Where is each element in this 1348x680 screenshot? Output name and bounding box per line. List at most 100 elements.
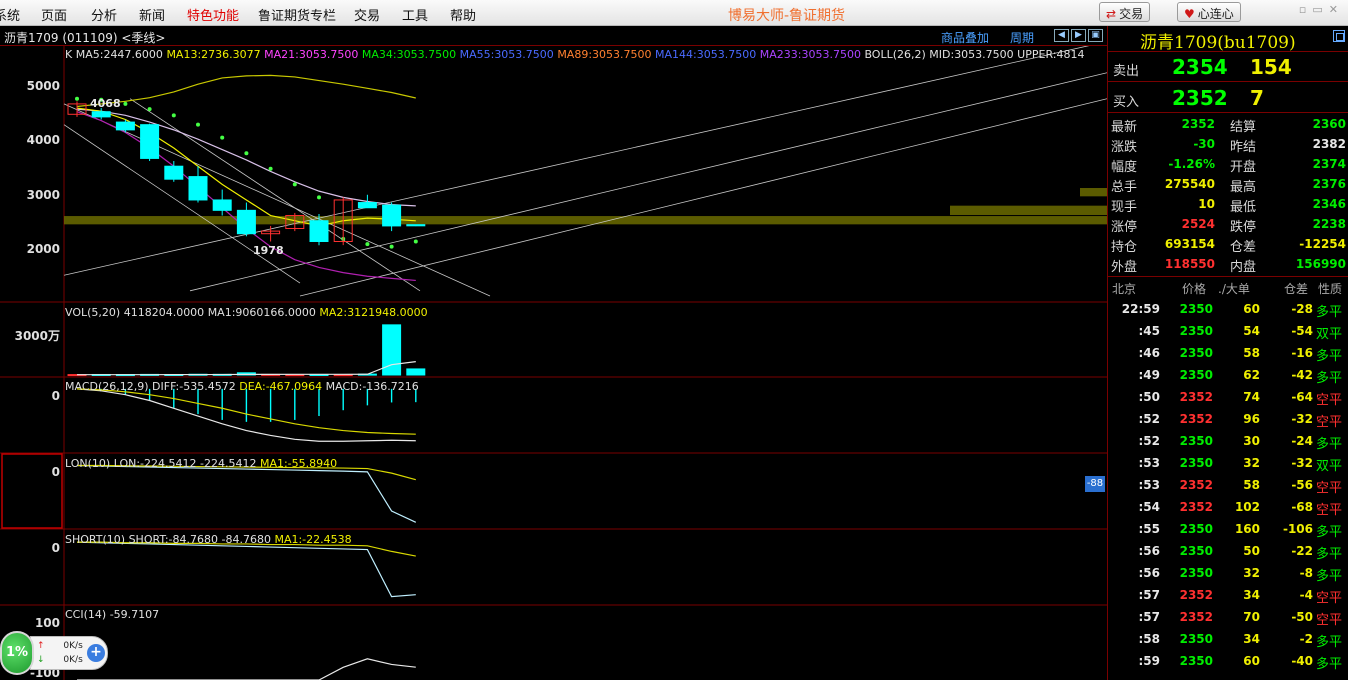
quote-title-bar: 沥青1709(bu1709) <box>1108 26 1348 53</box>
tick-row[interactable]: 22:59 2350 60 -28 多平 <box>1108 298 1348 320</box>
menu-help[interactable]: 帮助 <box>450 5 476 24</box>
menu-analysis[interactable]: 分析 <box>91 5 117 24</box>
lon-value-badge: -88 <box>1085 476 1105 492</box>
tick-row[interactable]: :50 2352 74 -64 空平 <box>1108 386 1348 408</box>
bid-row[interactable]: 买入 2352 7 <box>1108 83 1348 113</box>
tick-oi-change: -64 <box>1291 390 1313 404</box>
tick-time: :46 <box>1138 346 1161 360</box>
tick-oi-change: -22 <box>1291 544 1313 558</box>
tick-price: 2352 <box>1179 412 1213 426</box>
quote-stat-label: 幅度 <box>1111 160 1138 175</box>
heart-connect-button[interactable]: ♥ 心连心 <box>1177 2 1241 22</box>
network-speed-widget[interactable]: ↑ 0K/s ↓ 0K/s + 1% <box>0 630 110 680</box>
menu-luzheng-column[interactable]: 鲁证期货专栏 <box>258 5 336 24</box>
tick-price: 2350 <box>1179 434 1213 448</box>
tick-volume: 70 <box>1243 610 1260 624</box>
overlay-link[interactable]: 商品叠加 <box>941 29 989 46</box>
trade-button[interactable]: ⇄ 交易 <box>1099 2 1151 22</box>
prev-icon[interactable]: ◀ <box>1054 29 1069 42</box>
maximize-icon[interactable] <box>1333 30 1345 42</box>
tick-volume: 32 <box>1243 456 1260 470</box>
expand-icon[interactable]: ▣ <box>1088 29 1103 42</box>
legend-macd-diff: DIFF:-535.4572 <box>152 380 236 393</box>
quote-stat-value: -1.26% <box>1168 157 1215 171</box>
legend-cci-value: -59.7107 <box>109 608 160 621</box>
menu-features[interactable]: 特色功能 <box>187 5 239 24</box>
candle-body <box>309 220 329 242</box>
tick-row[interactable]: :56 2350 32 -8 多平 <box>1108 562 1348 584</box>
ask-row[interactable]: 卖出 2354 154 <box>1108 52 1348 82</box>
tick-price: 2352 <box>1179 390 1213 404</box>
quote-stat: 涨跌 -30 <box>1111 134 1215 155</box>
legend-ma5: MA5:2447.6000 <box>75 48 163 61</box>
trend-line <box>189 72 1107 292</box>
tick-row[interactable]: :59 2350 60 -40 多平 <box>1108 650 1348 672</box>
macd-zero-tick: 0 <box>51 389 60 403</box>
quote-stat-value: 2346 <box>1312 197 1346 211</box>
tick-price: 2350 <box>1179 566 1213 580</box>
menu-tools[interactable]: 工具 <box>402 5 428 24</box>
sar-dot <box>389 244 394 249</box>
download-speed-value: 0K/s <box>63 655 83 665</box>
tick-time: :57 <box>1138 610 1161 624</box>
trade-icon: ⇄ <box>1106 7 1117 21</box>
tick-volume: 96 <box>1243 412 1260 426</box>
tick-oi-change: -16 <box>1291 346 1313 360</box>
upload-speed-value: 0K/s <box>63 641 83 651</box>
menu-news[interactable]: 新闻 <box>139 5 165 24</box>
tick-row[interactable]: :56 2350 50 -22 多平 <box>1108 540 1348 562</box>
tick-nature: 多平 <box>1316 525 1343 540</box>
tick-volume: 54 <box>1243 324 1260 338</box>
tick-row[interactable]: :57 2352 70 -50 空平 <box>1108 606 1348 628</box>
tick-row[interactable]: :45 2350 54 -54 双平 <box>1108 320 1348 342</box>
legend-macd-dea: DEA:-467.0964 <box>239 380 323 393</box>
quote-stat: 跌停 2238 <box>1230 214 1346 235</box>
tick-head-vol: ./大单 <box>1218 282 1250 296</box>
tick-row[interactable]: :58 2350 34 -2 多平 <box>1108 628 1348 650</box>
price-band <box>1080 188 1107 197</box>
legend-ma21: MA21:3053.7500 <box>264 48 359 61</box>
tick-row[interactable]: :55 2350 160 -106 多平 <box>1108 518 1348 540</box>
tick-row[interactable]: :53 2352 58 -56 空平 <box>1108 474 1348 496</box>
stats-divider <box>1108 276 1348 277</box>
tick-head-nature: 性质 <box>1318 282 1343 296</box>
tick-time: :58 <box>1138 632 1161 646</box>
add-icon[interactable]: + <box>87 644 105 662</box>
ask-price: 2354 <box>1172 55 1228 79</box>
tick-row[interactable]: :52 2350 30 -24 多平 <box>1108 430 1348 452</box>
quote-stat-label: 总手 <box>1111 180 1138 195</box>
boll-upper-line <box>76 74 416 108</box>
quote-stat-value: 2376 <box>1312 177 1346 191</box>
period-link[interactable]: 周期 <box>1010 29 1034 46</box>
tick-price: 2350 <box>1179 522 1213 536</box>
next-icon[interactable]: ▶ <box>1071 29 1086 42</box>
tick-row[interactable]: :57 2352 34 -4 空平 <box>1108 584 1348 606</box>
tick-row[interactable]: :49 2350 62 -42 多平 <box>1108 364 1348 386</box>
sar-dot <box>365 242 370 247</box>
tick-oi-change: -106 <box>1282 522 1313 536</box>
tick-row[interactable]: :52 2352 96 -32 空平 <box>1108 408 1348 430</box>
menu-trade[interactable]: 交易 <box>354 5 380 24</box>
tick-nature: 双平 <box>1316 459 1343 474</box>
menu-system[interactable]: 系统 <box>0 5 20 24</box>
tick-volume: 60 <box>1243 302 1260 316</box>
kline-legend: K MA5:2447.6000 MA13:2736.3077 MA21:3053… <box>65 48 1084 61</box>
menu-page[interactable]: 页面 <box>41 5 67 24</box>
quote-stat-value: 2374 <box>1312 157 1346 171</box>
legend-lon-name: LON(10) <box>65 457 111 470</box>
tick-time: :52 <box>1138 412 1161 426</box>
window-controls[interactable]: ▫▭✕ <box>1299 3 1344 16</box>
candle-body <box>382 204 402 227</box>
quote-stat: 总手 275540 <box>1111 174 1215 195</box>
sar-dot <box>196 122 200 127</box>
bid-volume: 7 <box>1250 86 1264 110</box>
cci-legend: CCI(14) -59.7107 <box>65 608 159 621</box>
tick-volume: 58 <box>1243 346 1260 360</box>
tick-row[interactable]: :54 2352 102 -68 空平 <box>1108 496 1348 518</box>
legend-ma144: MA144:3053.7500 <box>655 48 757 61</box>
quote-stat-value: 2382 <box>1312 137 1346 151</box>
kline-chart[interactable] <box>0 46 1107 680</box>
tick-row[interactable]: :53 2350 32 -32 双平 <box>1108 452 1348 474</box>
quote-stat-label: 跌停 <box>1230 220 1257 235</box>
tick-row[interactable]: :46 2350 58 -16 多平 <box>1108 342 1348 364</box>
